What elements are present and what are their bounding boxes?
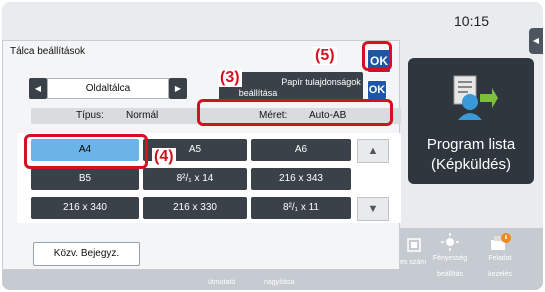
callout-5: (5) (313, 47, 337, 65)
tab-paper-properties[interactable]: Papír tulajdonságok (279, 72, 363, 102)
scroll-down-button[interactable]: ▼ (357, 197, 389, 221)
chevron-right-icon: ▶ (174, 84, 182, 93)
size-option-8x11[interactable]: 8²/₁ x 11 (251, 197, 351, 219)
size-option-8x14[interactable]: 8²/₁ x 14 (143, 168, 247, 190)
brightness-label-2: beállítás (436, 271, 464, 278)
program-list-sublabel: (Képküldés) (430, 156, 512, 173)
scroll-up-icon: ▲ (367, 145, 379, 157)
callout-3: (3) (218, 69, 242, 87)
size-option-216x330[interactable]: 216 x 330 (143, 197, 247, 219)
size-option-216x340[interactable]: 216 x 340 (31, 197, 139, 219)
job-status-label: Feladat (488, 255, 512, 262)
counter-button[interactable] (400, 238, 428, 254)
size-option-a6[interactable]: A6 (251, 139, 351, 161)
job-status-button[interactable]: Feladat kezelés (480, 232, 520, 280)
callout-4: (4) (152, 148, 176, 166)
brightness-icon (440, 233, 460, 254)
counter-label: es szám (400, 259, 427, 266)
size-option-b5[interactable]: B5 (31, 168, 139, 190)
zoom-button[interactable]: nagyítása (264, 278, 294, 288)
common-entry-button[interactable]: Közv. Bejegyz. (33, 242, 140, 266)
tab-paper-properties-label: Papír tulajdonságok (281, 77, 361, 87)
tab-settings-label: beállítása (238, 88, 278, 98)
job-status-label-2: kezelés (488, 271, 512, 278)
scroll-up-button[interactable]: ▲ (357, 139, 389, 163)
counter-icon (407, 238, 421, 254)
guide-button[interactable]: útmutató (208, 278, 235, 288)
clock: 10:15 (454, 13, 490, 29)
brightness-button[interactable]: Fényesség beállítás (430, 232, 470, 280)
brightness-label: Fényesség (432, 255, 468, 262)
program-list-button[interactable]: Program lista (Képküldés) (408, 58, 534, 184)
scroll-down-icon: ▼ (367, 203, 379, 215)
highlight-a4 (24, 134, 148, 169)
program-list-icon (448, 72, 498, 122)
chevron-left-icon: ◀ (34, 84, 42, 93)
type-label: Típus: (76, 110, 104, 121)
side-panel-toggle[interactable]: ◀ (529, 28, 543, 54)
program-list-label: Program lista (426, 136, 516, 153)
size-option-216x343[interactable]: 216 x 343 (251, 168, 351, 190)
zoom-label: nagyítása (264, 279, 295, 286)
counter-label-wrap: es szám (400, 258, 426, 268)
job-status-icon (489, 233, 511, 254)
highlight-size-info (197, 99, 393, 126)
tray-selector[interactable]: Oldaltálca (47, 78, 169, 99)
guide-label: útmutató (208, 279, 236, 286)
ok-small-button[interactable]: OK (367, 80, 387, 100)
type-value: Normál (126, 110, 159, 121)
prev-tray-button[interactable]: ◀ (29, 78, 47, 99)
next-tray-button[interactable]: ▶ (169, 78, 187, 99)
highlight-ok (362, 41, 392, 71)
panel-title: Tálca beállítások (10, 46, 86, 57)
